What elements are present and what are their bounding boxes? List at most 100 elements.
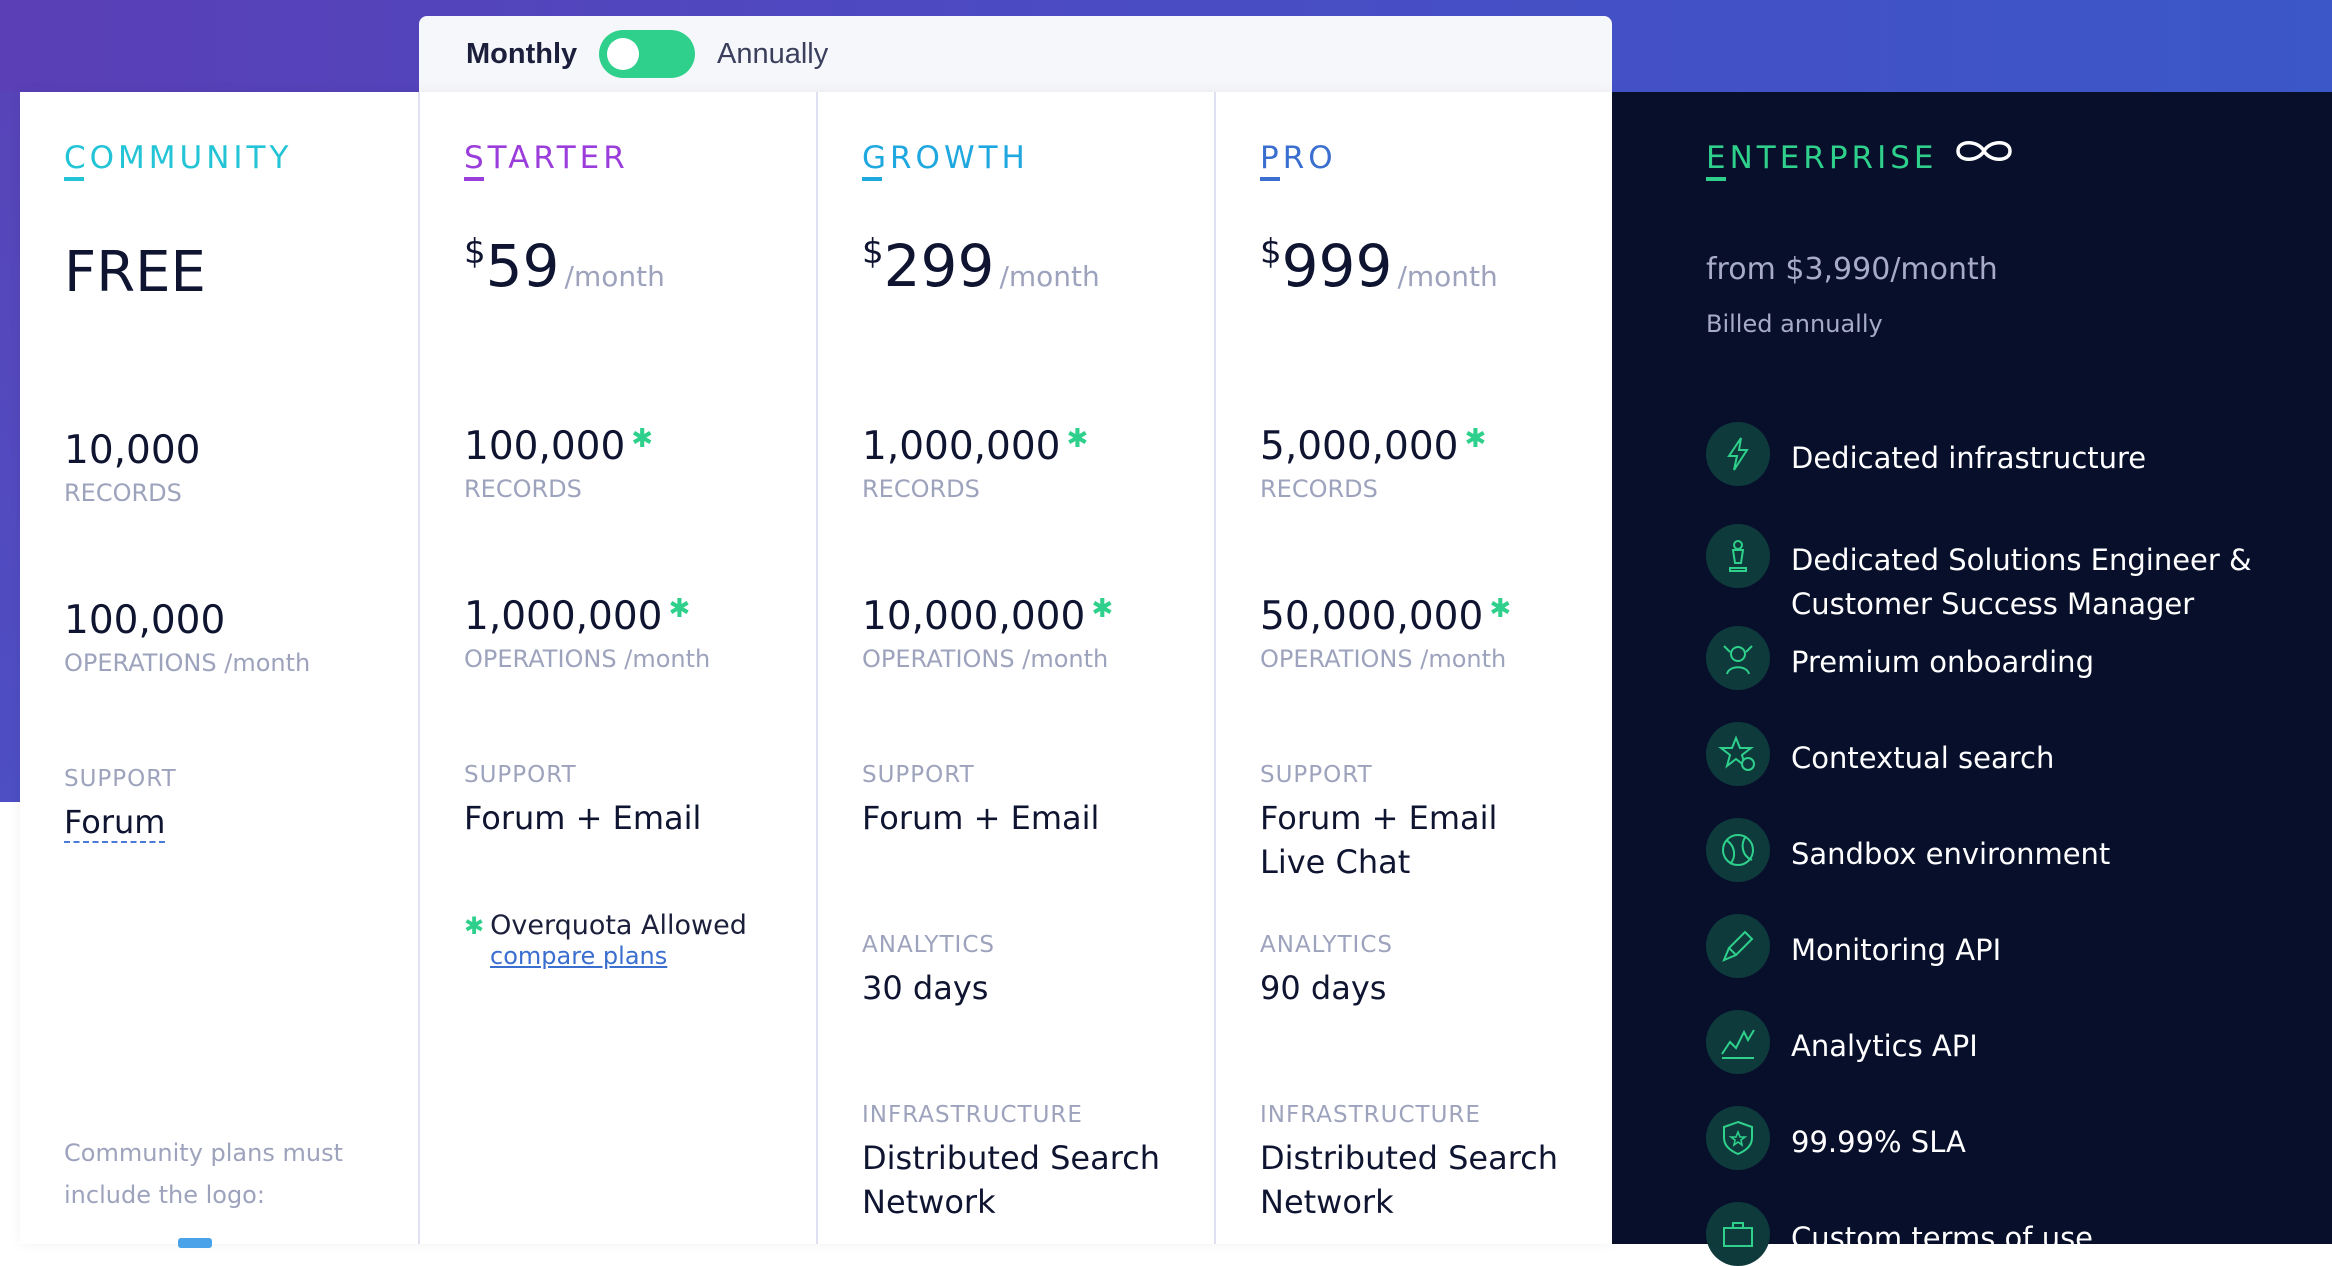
feature-text: Sandbox environment [1791,837,2111,871]
feature-text: Dedicated infrastructure [1791,441,2147,475]
price-period: /month [564,260,665,293]
price-period: /month [1397,260,1498,293]
support-value-line2: Live Chat [1260,843,1411,881]
analytics-value: 90 days [1260,969,1387,1007]
overquota-text: Overquota Allowed [490,910,747,941]
forum-link[interactable]: Forum [64,803,166,843]
records-label: RECORDS [464,475,582,503]
support-section: SUPPORT Forum + Email [464,762,701,840]
star-icon: ✱ [1091,594,1114,624]
support-value: Forum + Email [862,799,1100,837]
feature-text: Contextual search [1791,741,2055,775]
plan-growth: GROWTH $299 /month 1,000,000 ✱ RECORDS 10… [816,92,1216,1244]
operations-metric: 50,000,000 ✱ OPERATIONS /month [1260,594,1511,673]
star-icon: ✱ [668,594,691,624]
infrastructure-value-line2: Network [862,1183,996,1221]
toggle-monthly-label[interactable]: Monthly [466,38,577,71]
plans-table: COMMUNITY FREE 10,000 RECORDS 100,000 OP… [20,92,1612,1248]
infrastructure-value: Distributed Search [1260,1139,1559,1177]
analytics-heading: ANALYTICS [1260,932,1393,958]
price-period: /month [999,260,1100,293]
feature-text: 99.99% SLA [1791,1125,1966,1159]
infinity-icon [1956,141,2012,161]
records-label: RECORDS [1260,475,1378,503]
currency-symbol: $ [464,232,486,272]
plan-enterprise: ENTERPRISE from $3,990/month Billed annu… [1612,92,2332,1266]
plan-name: PRO [1260,140,1337,181]
toggle-knob [607,38,639,70]
support-heading: SUPPORT [64,766,177,792]
feature-text: Monitoring API [1791,933,2002,967]
chess-piece-icon [1729,540,1747,572]
analytics-section: ANALYTICS 90 days [1260,932,1393,1010]
side-background [0,92,20,802]
support-section: SUPPORT Forum + Email [862,762,1099,840]
infrastructure-section: INFRASTRUCTURE Distributed Search Network [862,1102,1160,1224]
plan-starter: STARTER $59 /month 100,000 ✱ RECORDS 1,00… [418,92,818,1244]
operations-label: OPERATIONS /month [1260,645,1507,673]
operations-value: 10,000,000 [862,594,1086,639]
price-amount: 299 [883,232,995,300]
plan-name: ENTERPRISE [1706,140,1938,181]
price-amount: 59 [485,232,560,300]
star-icon: ✱ [1066,424,1089,454]
records-value: 5,000,000 [1260,424,1459,469]
currency-symbol: $ [1260,232,1282,272]
toggle-annually-label[interactable]: Annually [717,38,828,71]
currency-symbol: $ [862,232,884,272]
feature-text: Analytics API [1791,1029,1978,1063]
infrastructure-section: INFRASTRUCTURE Distributed Search Network [1260,1102,1558,1224]
plan-price: $999 /month [1260,232,1498,300]
plan-price: FREE [64,240,206,305]
probe-icon [1722,930,1754,962]
operations-label: OPERATIONS /month [464,645,711,673]
analytics-value: 30 days [862,969,989,1007]
feature-text: Dedicated Solutions Engineer & Customer S… [1791,538,2261,626]
plan-community: COMMUNITY FREE 10,000 RECORDS 100,000 OP… [20,92,418,1248]
shield-star-icon [1723,1120,1753,1156]
price-amount: 999 [1281,232,1393,300]
infrastructure-heading: INFRASTRUCTURE [862,1102,1083,1128]
records-value: 100,000 [464,424,626,469]
viking-icon [1723,645,1753,675]
plan-price: $59 /month [464,232,665,300]
chart-icon [1721,1029,1755,1059]
records-metric: 100,000 ✱ RECORDS [464,424,653,503]
enterprise-price: from $3,990/month [1706,252,1998,287]
compare-plans-link[interactable]: compare plans [490,942,667,970]
infrastructure-heading: INFRASTRUCTURE [1260,1102,1481,1128]
logo-image [178,1238,212,1248]
operations-metric: 1,000,000 ✱ OPERATIONS /month [464,594,710,673]
feature-text: Custom terms of use [1791,1221,2094,1255]
operations-value: 100,000 [64,598,226,643]
logo-requirement-note: Community plans must include the logo: [64,1139,343,1209]
billing-toggle-switch[interactable] [599,30,695,78]
operations-label: OPERATIONS /month [862,645,1109,673]
star-icon: ✱ [1464,424,1487,454]
operations-label: OPERATIONS /month [64,649,311,677]
support-value: Forum + Email [464,799,702,837]
billing-toggle-bar: Monthly Annually [419,16,1612,92]
infrastructure-value: Distributed Search [862,1139,1161,1177]
operations-value: 50,000,000 [1260,594,1484,639]
star-user-icon [1718,735,1755,771]
records-metric: 5,000,000 ✱ RECORDS [1260,424,1486,503]
feature-text: Premium onboarding [1791,645,2094,679]
feature-text-line1: Dedicated Solutions Engineer & [1791,543,2252,577]
support-heading: SUPPORT [862,762,975,788]
ball-icon [1722,834,1754,866]
briefcase-icon [1723,1222,1753,1247]
plan-price: $299 /month [862,232,1100,300]
support-heading: SUPPORT [464,762,577,788]
plan-name: STARTER [464,140,629,181]
analytics-heading: ANALYTICS [862,932,995,958]
records-metric: 1,000,000 ✱ RECORDS [862,424,1088,503]
support-heading: SUPPORT [1260,762,1373,788]
plan-name: COMMUNITY [64,140,293,181]
support-value: Forum + Email [1260,799,1498,837]
records-metric: 10,000 RECORDS [64,428,200,507]
records-label: RECORDS [64,479,182,507]
lightning-icon [1727,437,1749,471]
operations-metric: 10,000,000 ✱ OPERATIONS /month [862,594,1113,673]
star-icon: ✱ [464,912,485,940]
